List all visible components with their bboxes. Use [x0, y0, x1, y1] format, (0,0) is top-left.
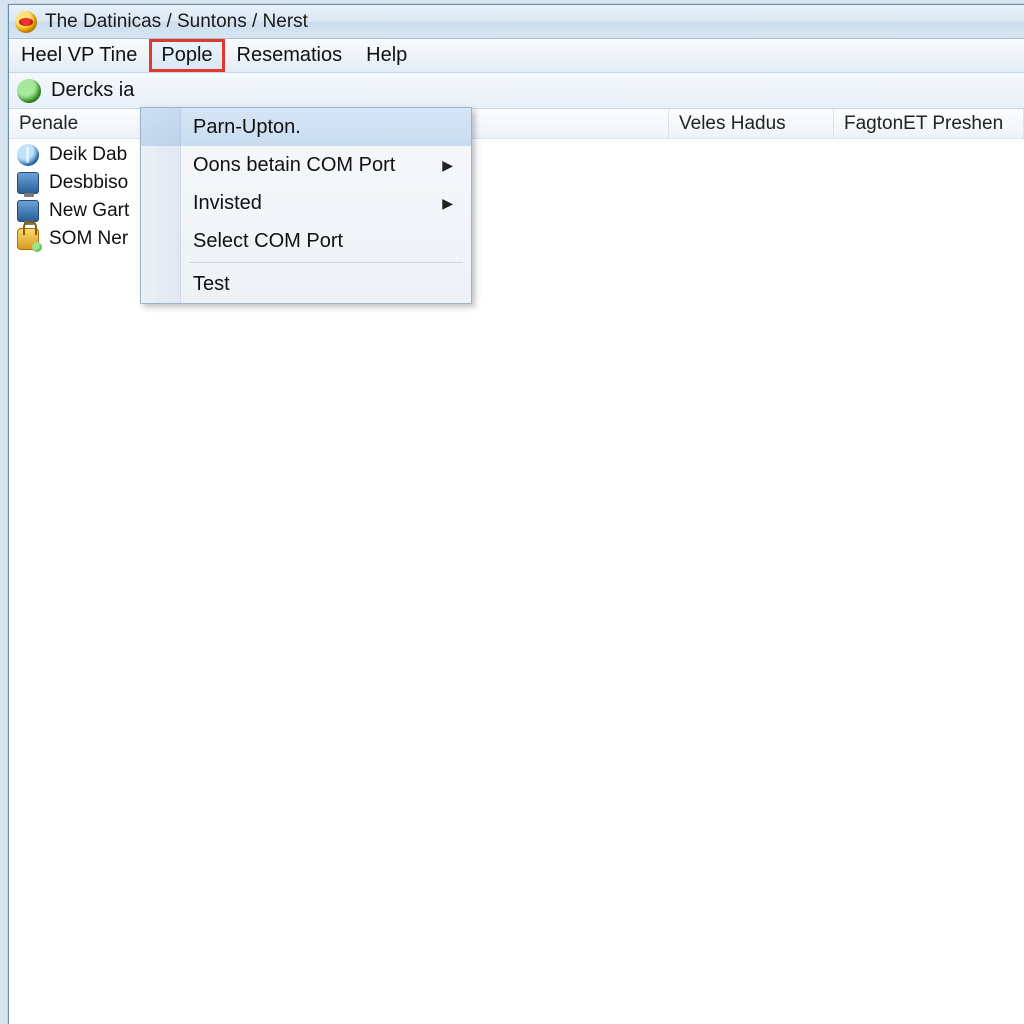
- column-label: Penale: [19, 113, 78, 135]
- menu-heel-vp-tine[interactable]: Heel VP Tine: [9, 39, 149, 72]
- list-item-label: New Gart: [49, 200, 129, 222]
- menu-item-oons-betain-com-port[interactable]: Oons betain COM Port ▶: [141, 146, 471, 184]
- menu-item-label: Select COM Port: [193, 230, 343, 253]
- menu-help[interactable]: Help: [354, 39, 419, 72]
- list-item-label: Deik Dab: [49, 144, 127, 166]
- refresh-icon[interactable]: [17, 79, 41, 103]
- menu-pople[interactable]: Pople: [149, 39, 224, 72]
- monitor-icon: [17, 172, 39, 194]
- monitor-icon: [17, 200, 39, 222]
- menu-item-test[interactable]: Test: [141, 265, 471, 303]
- menu-item-select-com-port[interactable]: Select COM Port: [141, 222, 471, 260]
- toolbar: Dercks ia: [9, 73, 1024, 109]
- column-header[interactable]: FagtonET Preshen: [834, 109, 1024, 138]
- menu-separator: [189, 262, 463, 263]
- menu-item-label: Invisted: [193, 192, 262, 215]
- menu-label: Help: [366, 44, 407, 67]
- column-label: FagtonET Preshen: [844, 113, 1003, 135]
- list-item-label: SOM Ner: [49, 228, 128, 250]
- toolbar-label: Dercks ia: [51, 79, 134, 102]
- app-window: The Datinicas / Suntons / Nerst Heel VP …: [8, 4, 1024, 1024]
- menu-resematios[interactable]: Resematios: [225, 39, 355, 72]
- column-header[interactable]: Veles Hadus: [669, 109, 834, 138]
- menu-label: Resematios: [237, 44, 343, 67]
- menu-item-invisted[interactable]: Invisted ▶: [141, 184, 471, 222]
- submenu-arrow-icon: ▶: [442, 195, 453, 212]
- window-title: The Datinicas / Suntons / Nerst: [45, 11, 308, 33]
- submenu-arrow-icon: ▶: [442, 157, 453, 174]
- menu-item-parn-upton[interactable]: Parn-Upton.: [141, 108, 471, 146]
- app-icon: [15, 11, 37, 33]
- globe-icon: [17, 144, 39, 166]
- list-item-label: Desbbiso: [49, 172, 128, 194]
- menu-item-label: Parn-Upton.: [193, 116, 301, 139]
- column-label: Veles Hadus: [679, 113, 786, 135]
- menu-bar: Heel VP Tine Pople Resematios Help: [9, 39, 1024, 73]
- menu-item-label: Oons betain COM Port: [193, 154, 395, 177]
- content-area: Penale Veles Hadus FagtonET Preshen Deik…: [9, 109, 1024, 1024]
- lock-icon: [17, 228, 39, 250]
- dropdown-menu: Parn-Upton. Oons betain COM Port ▶ Invis…: [140, 107, 472, 304]
- menu-label: Heel VP Tine: [21, 44, 137, 67]
- title-bar[interactable]: The Datinicas / Suntons / Nerst: [9, 5, 1024, 39]
- menu-label: Pople: [161, 44, 212, 67]
- menu-item-label: Test: [193, 273, 230, 296]
